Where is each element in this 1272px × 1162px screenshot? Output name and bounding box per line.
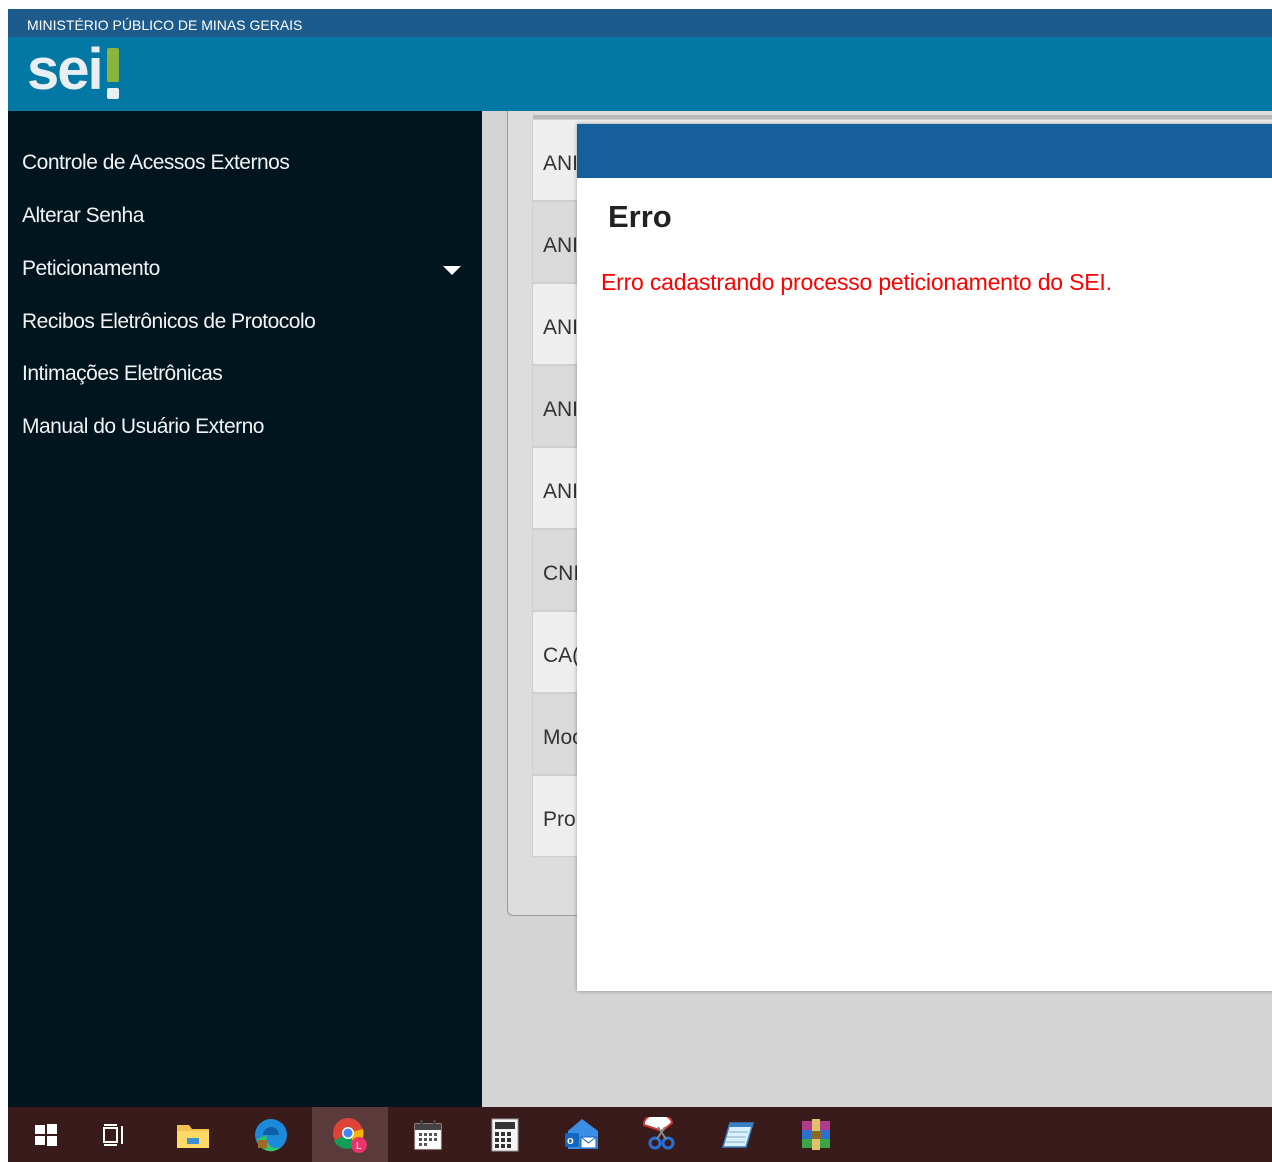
row-label: ANI <box>543 316 579 339</box>
sidebar-item-intimacoes[interactable]: Intimações Eletrônicas <box>22 362 223 386</box>
start-button[interactable] <box>8 1107 84 1162</box>
logo-dot-icon <box>107 88 119 99</box>
row-label: CA( <box>543 644 580 667</box>
edge-browser-icon <box>255 1118 287 1151</box>
sidebar-item-alterar-senha[interactable]: Alterar Senha <box>22 204 144 228</box>
outlook-mail-button[interactable]: o <box>544 1107 620 1162</box>
notepad-icon <box>722 1121 754 1148</box>
row-label: ANI <box>543 152 579 175</box>
calendar-button[interactable] <box>390 1107 466 1162</box>
row-label: ANI <box>543 398 579 421</box>
edge-browser-button[interactable] <box>233 1107 309 1162</box>
winrar-icon <box>802 1118 830 1150</box>
file-explorer-icon <box>177 1124 209 1148</box>
dialog-titlebar[interactable] <box>577 124 1272 178</box>
outlook-mail-icon: o <box>565 1118 598 1149</box>
snipping-tool-button[interactable] <box>622 1107 698 1162</box>
calculator-icon <box>491 1118 519 1151</box>
brand-bar: sei <box>8 37 1272 111</box>
top-bar: MINISTÉRIO PÚBLICO DE MINAS GERAIS <box>8 9 1272 37</box>
row-label: ANI <box>543 480 579 503</box>
sidebar-item-manual[interactable]: Manual do Usuário Externo <box>22 415 264 439</box>
file-explorer-button[interactable] <box>155 1107 231 1162</box>
caret-down-icon[interactable] <box>443 266 461 275</box>
task-view-button[interactable] <box>77 1107 153 1162</box>
sidebar: Controle de Acessos Externos Alterar Sen… <box>8 111 482 1107</box>
app-window: MINISTÉRIO PÚBLICO DE MINAS GERAIS sei C… <box>8 9 1272 1107</box>
snipping-tool-icon <box>642 1116 675 1149</box>
error-message: Erro cadastrando processo peticionamento… <box>601 269 1112 295</box>
svg-text:L: L <box>356 1141 362 1152</box>
start-windows-icon <box>35 1123 57 1146</box>
winrar-button[interactable] <box>778 1107 854 1162</box>
logo-accent-icon <box>107 48 119 82</box>
sidebar-item-controle-acessos[interactable]: Controle de Acessos Externos <box>22 151 290 175</box>
chrome-browser-button[interactable]: L <box>312 1107 388 1162</box>
sidebar-item-peticionamento[interactable]: Peticionamento <box>22 257 160 281</box>
row-label: ANI <box>543 234 579 257</box>
sidebar-item-recibos[interactable]: Recibos Eletrônicos de Protocolo <box>22 310 316 334</box>
chrome-browser-icon: L <box>333 1117 367 1153</box>
calendar-icon <box>414 1119 442 1149</box>
error-dialog: Erro Erro cadastrando processo peticiona… <box>577 124 1272 991</box>
organization-name: MINISTÉRIO PÚBLICO DE MINAS GERAIS <box>27 17 303 33</box>
logo-text: sei <box>27 37 104 102</box>
dialog-title: Erro <box>608 199 672 234</box>
notepad-button[interactable] <box>700 1107 776 1162</box>
taskbar: L o <box>8 1107 1272 1162</box>
row-label: Pro <box>543 808 576 831</box>
calculator-button[interactable] <box>467 1107 543 1162</box>
svg-text:o: o <box>567 1135 574 1147</box>
row-label: CNI <box>543 562 580 585</box>
task-view-icon <box>103 1123 123 1146</box>
